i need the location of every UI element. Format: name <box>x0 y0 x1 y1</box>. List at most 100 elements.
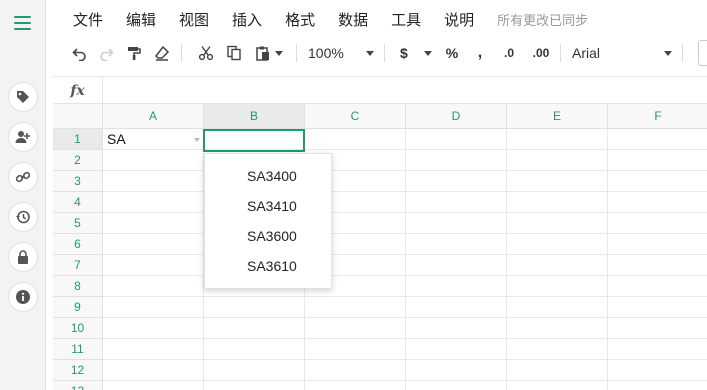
cell-a13[interactable] <box>103 381 204 390</box>
cell-d6[interactable] <box>406 234 507 255</box>
row-header-6[interactable]: 6 <box>53 234 103 255</box>
row-header-8[interactable]: 8 <box>53 276 103 297</box>
formula-input[interactable] <box>104 77 707 104</box>
cell-d7[interactable] <box>406 255 507 276</box>
menu-file[interactable]: 文件 <box>73 9 103 30</box>
cell-e8[interactable] <box>507 276 608 297</box>
cell-f2[interactable] <box>608 150 707 171</box>
row-header-10[interactable]: 10 <box>53 318 103 339</box>
history-icon[interactable] <box>8 202 38 232</box>
cell-c13[interactable] <box>305 381 406 390</box>
row-header-9[interactable]: 9 <box>53 297 103 318</box>
cell-a8[interactable] <box>103 276 204 297</box>
cell-a11[interactable] <box>103 339 204 360</box>
cell-a9[interactable] <box>103 297 204 318</box>
cell-d4[interactable] <box>406 192 507 213</box>
decrease-decimals-button[interactable]: .0 <box>496 40 522 66</box>
column-header-e[interactable]: E <box>507 104 608 129</box>
cell-c9[interactable] <box>305 297 406 318</box>
increase-decimals-button[interactable]: .00 <box>526 40 556 66</box>
menu-view[interactable]: 视图 <box>179 9 209 30</box>
cell-a5[interactable] <box>103 213 204 234</box>
row-header-2[interactable]: 2 <box>53 150 103 171</box>
lock-icon[interactable] <box>8 242 38 272</box>
info-icon[interactable] <box>8 282 38 312</box>
cell-d12[interactable] <box>406 360 507 381</box>
undo-button[interactable] <box>70 40 90 66</box>
cell-e1[interactable] <box>507 129 608 150</box>
cut-button[interactable] <box>196 40 216 66</box>
cell-d3[interactable] <box>406 171 507 192</box>
cell-d2[interactable] <box>406 150 507 171</box>
cell-f11[interactable] <box>608 339 707 360</box>
row-header-3[interactable]: 3 <box>53 171 103 192</box>
zoom-select[interactable]: 100% <box>308 40 374 66</box>
cell-f13[interactable] <box>608 381 707 390</box>
cell-e2[interactable] <box>507 150 608 171</box>
clear-format-button[interactable] <box>152 40 172 66</box>
column-header-d[interactable]: D <box>406 104 507 129</box>
cell-e13[interactable] <box>507 381 608 390</box>
percent-format-button[interactable]: % <box>442 40 462 66</box>
row-header-11[interactable]: 11 <box>53 339 103 360</box>
cell-f9[interactable] <box>608 297 707 318</box>
row-header-5[interactable]: 5 <box>53 213 103 234</box>
cell-d1[interactable] <box>406 129 507 150</box>
cell-b9[interactable] <box>204 297 305 318</box>
cell-e3[interactable] <box>507 171 608 192</box>
cell-e7[interactable] <box>507 255 608 276</box>
row-header-7[interactable]: 7 <box>53 255 103 276</box>
cell-f8[interactable] <box>608 276 707 297</box>
autocomplete-option[interactable]: SA3410 <box>205 191 331 221</box>
menu-tools[interactable]: 工具 <box>391 9 421 30</box>
cell-f6[interactable] <box>608 234 707 255</box>
redo-button[interactable] <box>96 40 116 66</box>
cell-a10[interactable] <box>103 318 204 339</box>
cell-a6[interactable] <box>103 234 204 255</box>
cell-e4[interactable] <box>507 192 608 213</box>
column-header-c[interactable]: C <box>305 104 406 129</box>
cell-b11[interactable] <box>204 339 305 360</box>
cell-d13[interactable] <box>406 381 507 390</box>
cell-a4[interactable] <box>103 192 204 213</box>
cell-f7[interactable] <box>608 255 707 276</box>
cell-c11[interactable] <box>305 339 406 360</box>
cell-e6[interactable] <box>507 234 608 255</box>
cell-c12[interactable] <box>305 360 406 381</box>
cell-d9[interactable] <box>406 297 507 318</box>
cell-e5[interactable] <box>507 213 608 234</box>
cell-a2[interactable] <box>103 150 204 171</box>
menu-help[interactable]: 说明 <box>444 9 474 30</box>
autocomplete-option[interactable]: SA3600 <box>205 221 331 251</box>
paint-format-button[interactable] <box>124 40 144 66</box>
cell-d5[interactable] <box>406 213 507 234</box>
tag-icon[interactable] <box>8 82 38 112</box>
cell-f10[interactable] <box>608 318 707 339</box>
cell-d10[interactable] <box>406 318 507 339</box>
cell-d8[interactable] <box>406 276 507 297</box>
copy-button[interactable] <box>224 40 244 66</box>
select-all-corner[interactable] <box>53 104 103 129</box>
menu-format[interactable]: 格式 <box>285 9 315 30</box>
link-icon[interactable] <box>8 162 38 192</box>
cell-a7[interactable] <box>103 255 204 276</box>
autocomplete-option[interactable]: SA3400 <box>205 161 331 191</box>
cell-e11[interactable] <box>507 339 608 360</box>
validation-dropdown-icon[interactable] <box>194 138 200 142</box>
active-cell-b1[interactable] <box>203 129 305 152</box>
menu-data[interactable]: 数据 <box>338 9 368 30</box>
font-select[interactable]: Arial <box>572 40 672 66</box>
cell-c10[interactable] <box>305 318 406 339</box>
row-header-13[interactable]: 13 <box>53 381 103 390</box>
cell-f5[interactable] <box>608 213 707 234</box>
cell-a12[interactable] <box>103 360 204 381</box>
row-header-1[interactable]: 1 <box>53 129 103 150</box>
column-header-f[interactable]: F <box>608 104 707 129</box>
cell-f12[interactable] <box>608 360 707 381</box>
currency-format-button[interactable]: $ <box>400 40 432 66</box>
column-header-b[interactable]: B <box>204 104 305 129</box>
menu-edit[interactable]: 编辑 <box>126 9 156 30</box>
cell-f1[interactable] <box>608 129 707 150</box>
row-header-12[interactable]: 12 <box>53 360 103 381</box>
cell-b13[interactable] <box>204 381 305 390</box>
